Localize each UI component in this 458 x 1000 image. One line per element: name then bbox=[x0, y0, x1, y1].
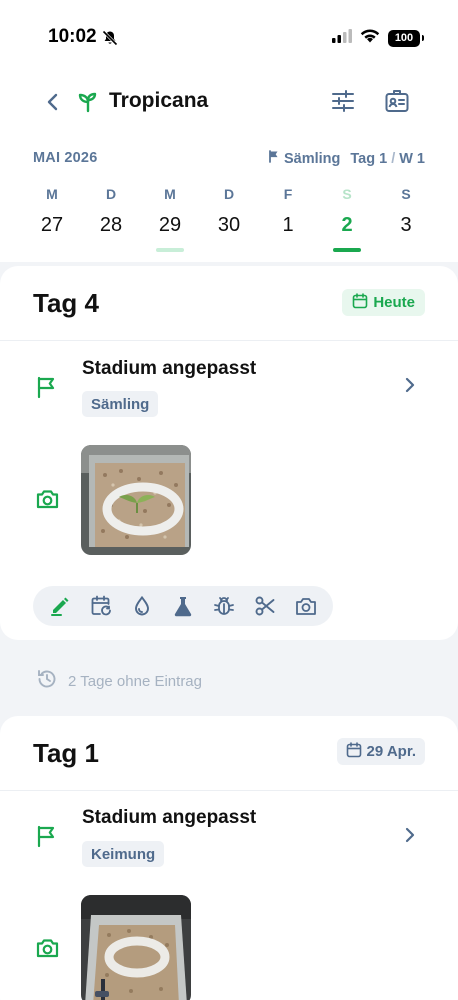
quick-action-toolbar bbox=[33, 586, 333, 626]
edit-note-icon[interactable] bbox=[45, 591, 75, 621]
day-card: Tag 1 29 Apr. Stadium angepasst Keimung bbox=[0, 716, 458, 1000]
calendar-repeat-icon[interactable] bbox=[86, 591, 116, 621]
plant-profile-icon[interactable] bbox=[384, 88, 410, 119]
separator: / bbox=[391, 150, 396, 167]
today-badge[interactable]: Heute bbox=[342, 289, 425, 316]
entry-title[interactable]: Stadium angepasst bbox=[82, 358, 256, 380]
signal-icon bbox=[332, 28, 352, 48]
filter-sliders-icon[interactable] bbox=[330, 88, 356, 119]
day-number: 27 bbox=[40, 214, 64, 236]
day-title: Tag 4 bbox=[33, 288, 99, 318]
stage-name: Sämling bbox=[283, 150, 341, 167]
weekday-letter: S bbox=[342, 186, 352, 202]
calendar-icon bbox=[346, 741, 362, 762]
week-counter: W 1 bbox=[399, 150, 425, 167]
camera-icon[interactable] bbox=[291, 591, 321, 621]
flag-icon bbox=[268, 150, 280, 167]
day-number: 2 bbox=[341, 214, 353, 236]
day-title: Tag 1 bbox=[33, 738, 99, 768]
day-number: 1 bbox=[282, 214, 294, 236]
day-cell-today[interactable]: S 2 bbox=[317, 186, 377, 252]
today-label: Heute bbox=[373, 294, 415, 311]
flag-icon bbox=[35, 824, 59, 853]
chevron-right-icon[interactable] bbox=[404, 826, 416, 849]
date-badge[interactable]: 29 Apr. bbox=[336, 738, 425, 765]
gap-notice: 2 Tage ohne Eintrag bbox=[36, 668, 202, 694]
day-number: 29 bbox=[158, 214, 182, 236]
day-cell[interactable]: F 1 bbox=[258, 186, 318, 240]
gap-text: 2 Tage ohne Eintrag bbox=[68, 672, 202, 690]
divider bbox=[0, 340, 458, 341]
month-label[interactable]: MAI 2026 bbox=[33, 150, 97, 166]
battery-indicator: 100 bbox=[388, 29, 424, 47]
weekday-letter: D bbox=[105, 186, 117, 202]
date-label: 29 Apr. bbox=[366, 743, 416, 760]
bug-icon[interactable] bbox=[209, 591, 239, 621]
day-number: 3 bbox=[400, 214, 412, 236]
scissors-icon[interactable] bbox=[250, 591, 280, 621]
flask-icon[interactable] bbox=[168, 591, 198, 621]
day-number: 30 bbox=[217, 214, 241, 236]
chevron-right-icon[interactable] bbox=[404, 376, 416, 399]
camera-icon bbox=[35, 487, 60, 516]
wifi-icon bbox=[360, 28, 380, 48]
day-counter: Tag 1 bbox=[350, 150, 388, 167]
sprout-icon bbox=[76, 90, 100, 119]
entry-indicator bbox=[156, 248, 184, 252]
stage-chip: Sämling bbox=[82, 391, 159, 417]
camera-icon bbox=[35, 936, 60, 965]
divider bbox=[0, 790, 458, 791]
day-cell[interactable]: M 27 bbox=[22, 186, 82, 240]
water-drop-icon[interactable] bbox=[127, 591, 157, 621]
top-section: 10:02 100 Tropicana MAI 2026 Sämling Tag… bbox=[0, 0, 458, 262]
status-time: 10:02 bbox=[48, 26, 97, 47]
entry-photo[interactable] bbox=[81, 445, 191, 555]
weekday-letter: M bbox=[46, 186, 58, 202]
weekday-letter: D bbox=[223, 186, 235, 202]
weekday-letter: M bbox=[164, 186, 176, 202]
day-cell[interactable]: S 3 bbox=[376, 186, 436, 240]
back-chevron-icon[interactable] bbox=[44, 90, 62, 119]
page-title: Tropicana bbox=[109, 89, 209, 112]
history-icon bbox=[36, 668, 58, 694]
stage-info: Sämling Tag 1 / W 1 bbox=[268, 150, 425, 167]
calendar-summary: MAI 2026 Sämling Tag 1 / W 1 bbox=[33, 150, 425, 170]
status-bar: 10:02 100 bbox=[0, 22, 458, 52]
day-number: 28 bbox=[99, 214, 123, 236]
weekday-letter: F bbox=[283, 186, 293, 202]
app-header: Tropicana bbox=[0, 84, 458, 122]
week-strip: M 27 D 28 M 29 D 30 F 1 S 2 S 3 bbox=[22, 186, 436, 256]
day-cell[interactable]: M 29 bbox=[140, 186, 200, 252]
today-indicator bbox=[333, 248, 361, 252]
day-cell[interactable]: D 30 bbox=[199, 186, 259, 240]
day-card: Tag 4 Heute Stadium angepasst Sämling bbox=[0, 266, 458, 640]
entry-title[interactable]: Stadium angepasst bbox=[82, 807, 256, 829]
calendar-icon bbox=[352, 292, 368, 313]
entry-photo[interactable] bbox=[81, 895, 191, 1000]
day-cell[interactable]: D 28 bbox=[81, 186, 141, 240]
stage-chip: Keimung bbox=[82, 841, 165, 867]
bell-muted-icon bbox=[102, 30, 118, 51]
flag-icon bbox=[35, 375, 59, 404]
weekday-letter: S bbox=[401, 186, 411, 202]
